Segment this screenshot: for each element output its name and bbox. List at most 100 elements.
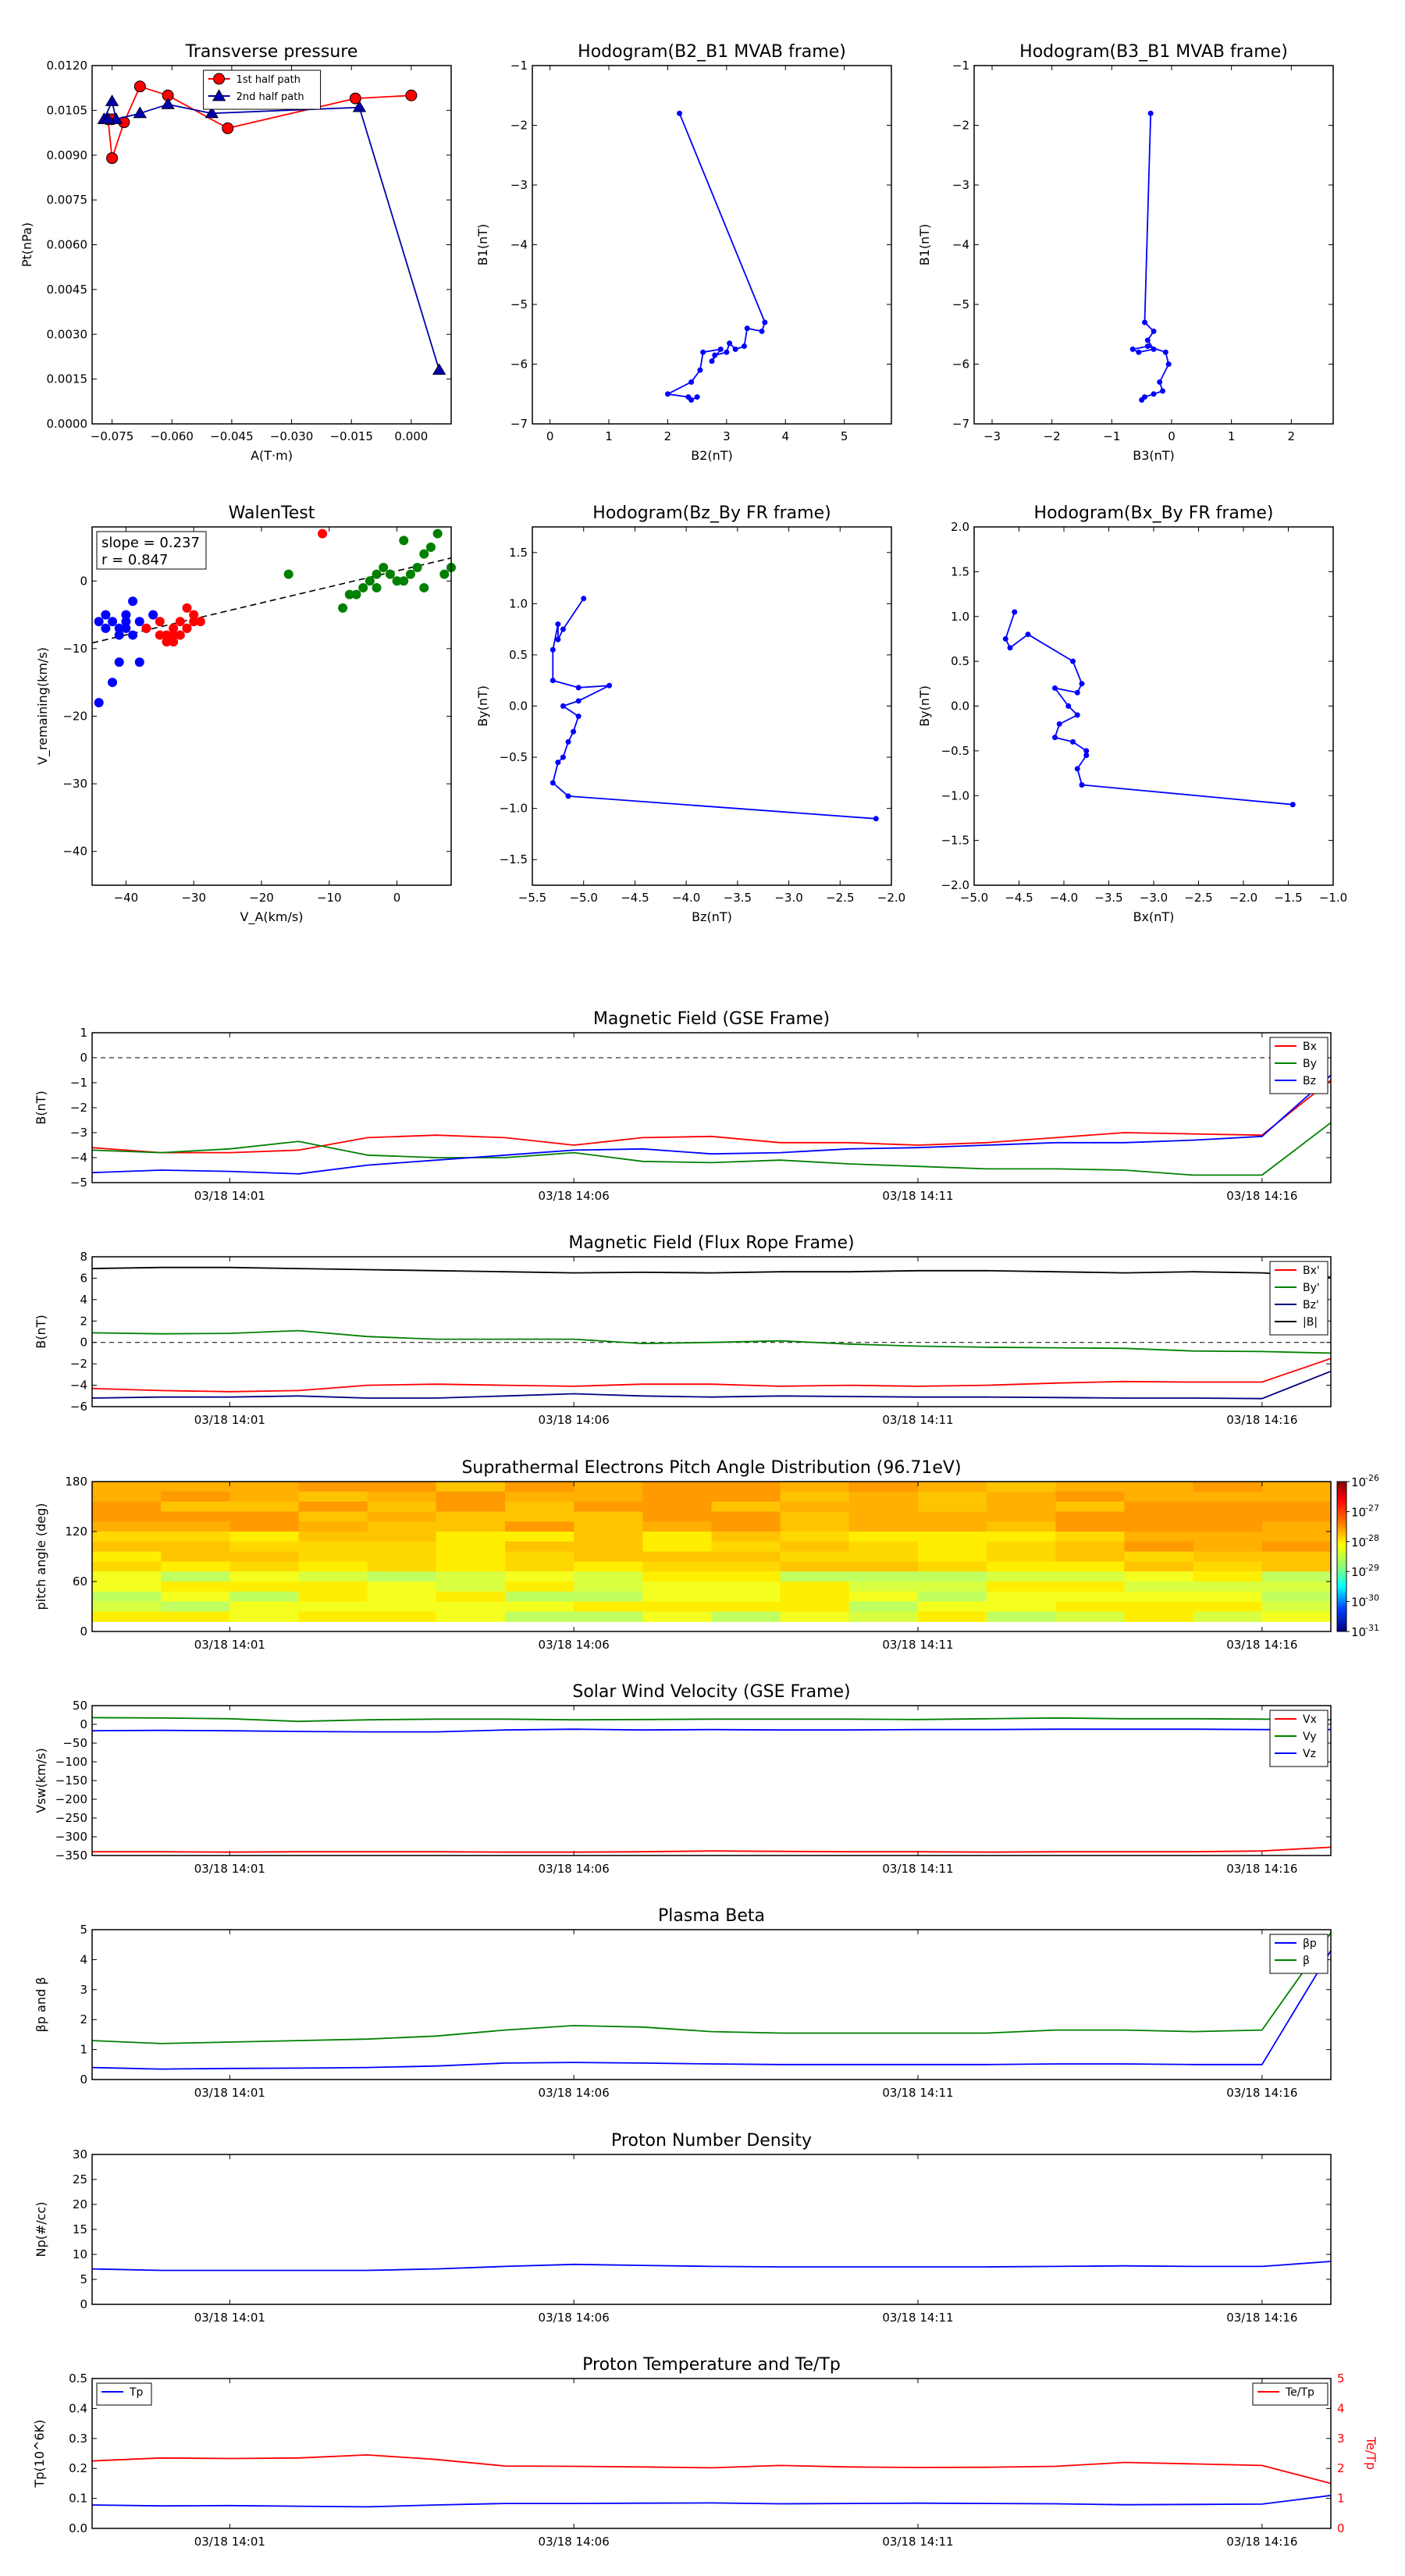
heatmap-cell xyxy=(918,1582,987,1592)
colorbar xyxy=(1336,1481,1347,1632)
ytick-label: 15 xyxy=(73,2222,87,2236)
heatmap-cell xyxy=(574,1551,643,1562)
ytick-label: 0 xyxy=(80,1051,87,1065)
heatmap-cell xyxy=(505,1591,574,1603)
y2tick-label: 1 xyxy=(1337,2492,1345,2506)
xtick-label: 03/18 14:11 xyxy=(882,2311,953,2325)
heatmap-cell xyxy=(1124,1571,1194,1582)
ytick-label: 60 xyxy=(73,1574,87,1589)
x-axis-label: A(T·m) xyxy=(251,448,293,463)
data-point xyxy=(222,122,234,134)
heatmap-cell xyxy=(574,1571,643,1582)
heatmap-cell xyxy=(436,1582,506,1592)
heatmap-cell xyxy=(298,1582,368,1592)
data-point xyxy=(1025,632,1031,638)
scatter-point xyxy=(101,610,111,620)
heatmap-cell xyxy=(987,1532,1056,1542)
heatmap-cell xyxy=(161,1541,230,1553)
heatmap-cell xyxy=(1261,1561,1332,1572)
data-point xyxy=(1056,720,1062,727)
data-point xyxy=(550,678,556,684)
ytick-label: 0.0105 xyxy=(47,103,88,117)
data-point xyxy=(1289,802,1296,808)
heatmap-cell xyxy=(987,1601,1056,1612)
heatmap-cell xyxy=(505,1491,574,1503)
ytick-label: −6 xyxy=(510,358,528,372)
chart-title: Solar Wind Velocity (GSE Frame) xyxy=(572,1682,850,1702)
colorbar-exponent: -26 xyxy=(1365,1473,1379,1483)
data-point xyxy=(1079,681,1085,687)
ytick-label: 0.1 xyxy=(69,2492,87,2506)
heatmap-cell xyxy=(780,1611,850,1622)
heatmap-cell xyxy=(1193,1491,1263,1503)
colorbar-label: 10 xyxy=(1351,1625,1366,1639)
heatmap-cell xyxy=(1193,1541,1263,1553)
heatmap-cell xyxy=(1055,1571,1126,1582)
data-point xyxy=(550,780,556,786)
y-axis-label: Vsw(km/s) xyxy=(34,1748,48,1813)
heatmap-cell xyxy=(918,1532,987,1542)
ytick-label: 0.0 xyxy=(69,2521,87,2535)
xtick-label: −30 xyxy=(181,891,206,905)
xtick-label: −40 xyxy=(114,891,139,905)
heatmap-cell xyxy=(987,1511,1056,1522)
ytick-label: 0.0120 xyxy=(47,59,88,73)
ytick-label: 50 xyxy=(73,1699,87,1713)
heatmap-cell xyxy=(367,1541,437,1553)
ytick-label: 180 xyxy=(65,1475,87,1489)
heatmap-cell xyxy=(987,1611,1056,1622)
data-point xyxy=(1052,685,1058,692)
scatter-point xyxy=(101,623,111,633)
figure-canvas: 0.00000.00150.00300.00450.00600.00750.00… xyxy=(0,0,1405,2576)
heatmap-cell xyxy=(642,1532,713,1542)
xtick-label: 0 xyxy=(393,891,401,905)
ytick-label: −350 xyxy=(55,1848,87,1863)
heatmap-cell xyxy=(642,1571,713,1582)
xtick-label: 03/18 14:01 xyxy=(194,1189,265,1203)
data-point xyxy=(1162,349,1168,355)
ytick-label: 8 xyxy=(80,1250,87,1264)
heatmap-cell xyxy=(987,1501,1056,1512)
y2tick-label: 2 xyxy=(1337,2461,1345,2475)
ytick-label: −1.5 xyxy=(500,852,528,866)
data-point xyxy=(1142,319,1147,326)
ytick-label: −7 xyxy=(952,417,969,431)
heatmap-cell xyxy=(92,1582,162,1592)
heatmap-cell xyxy=(161,1561,230,1572)
heatmap-cell xyxy=(711,1521,781,1532)
xtick-label: −2.5 xyxy=(1184,891,1212,905)
ytick-label: 0 xyxy=(80,1336,87,1350)
heatmap-cell xyxy=(918,1491,987,1503)
legend-box xyxy=(96,2382,152,2406)
y-axis-label: By(nT) xyxy=(475,685,490,727)
ytick-label: −4 xyxy=(70,1151,87,1165)
heatmap-cell xyxy=(1124,1591,1194,1603)
ytick-label: 3 xyxy=(80,1983,87,1997)
legend-label: β xyxy=(1303,1955,1310,1967)
heatmap-cell xyxy=(711,1532,781,1542)
heatmap-cell xyxy=(1261,1611,1332,1622)
x-axis-label: Bx(nT) xyxy=(1133,909,1175,924)
heatmap-cell xyxy=(1055,1532,1126,1542)
heatmap-cell xyxy=(642,1611,713,1622)
scatter-point xyxy=(399,535,409,546)
ytick-label: 0.0000 xyxy=(47,417,88,431)
xtick-label: −1 xyxy=(1103,429,1120,443)
x-axis-label: B2(nT) xyxy=(691,448,733,463)
data-point xyxy=(1160,388,1165,394)
data-point xyxy=(741,343,747,350)
heatmap-cell xyxy=(1261,1482,1332,1493)
heatmap-cell xyxy=(574,1601,643,1612)
xtick-label: 5 xyxy=(841,429,848,443)
data-point xyxy=(575,685,582,691)
heatmap-cell xyxy=(1124,1521,1194,1532)
heatmap-cell xyxy=(1193,1561,1263,1572)
xtick-label: 4 xyxy=(781,429,789,443)
ytick-label: 4 xyxy=(80,1293,87,1307)
heatmap-cell xyxy=(848,1611,919,1622)
heatmap-cell xyxy=(92,1591,162,1603)
xtick-label: −0.045 xyxy=(210,429,254,443)
xtick-label: −2 xyxy=(1044,429,1061,443)
scatter-point xyxy=(94,698,104,708)
xtick-label: −2.0 xyxy=(877,891,905,905)
